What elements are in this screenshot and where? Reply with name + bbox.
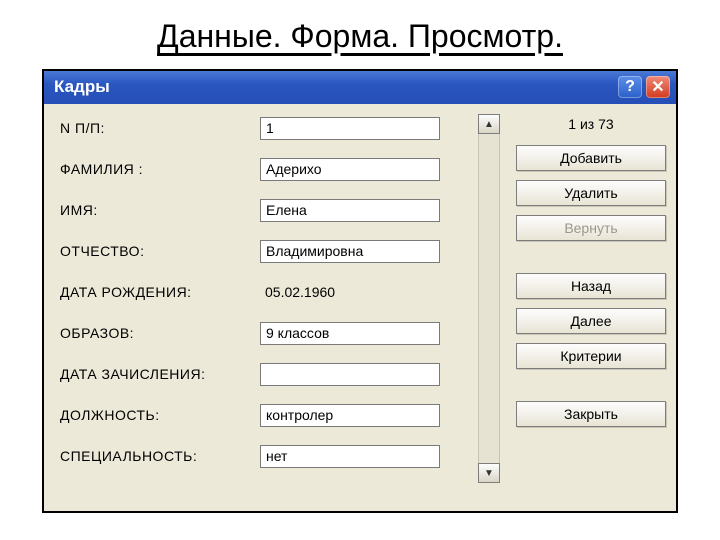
label-spec: СПЕЦИАЛЬНОСТЬ: bbox=[60, 448, 260, 464]
next-button[interactable]: Далее bbox=[516, 308, 666, 334]
label-dob: ДАТА РОЖДЕНИЯ: bbox=[60, 284, 260, 300]
scroll-up-icon[interactable]: ▲ bbox=[478, 114, 500, 134]
close-button[interactable]: Закрыть bbox=[516, 401, 666, 427]
label-otchestvo: ОТЧЕСТВО: bbox=[60, 243, 260, 259]
add-button[interactable]: Добавить bbox=[516, 145, 666, 171]
label-datezach: ДАТА ЗАЧИСЛЕНИЯ: bbox=[60, 366, 260, 382]
input-obrazov[interactable]: 9 классов bbox=[260, 322, 440, 345]
value-dob: 05.02.1960 bbox=[260, 283, 340, 301]
input-dolzh[interactable]: контролер bbox=[260, 404, 440, 427]
window-body: N П/П: 1 ФАМИЛИЯ : Адерихо ИМЯ: Елена ОТ… bbox=[44, 104, 676, 511]
close-icon[interactable]: ✕ bbox=[646, 76, 670, 98]
delete-button[interactable]: Удалить bbox=[516, 180, 666, 206]
scrollbar[interactable]: ▲ ▼ bbox=[478, 114, 500, 483]
window-title: Кадры bbox=[54, 77, 614, 97]
label-npp: N П/П: bbox=[60, 120, 260, 136]
input-familiya[interactable]: Адерихо bbox=[260, 158, 440, 181]
input-otchestvo[interactable]: Владимировна bbox=[260, 240, 440, 263]
scroll-track[interactable] bbox=[478, 134, 500, 463]
label-imya: ИМЯ: bbox=[60, 202, 260, 218]
input-npp[interactable]: 1 bbox=[260, 117, 440, 140]
label-dolzh: ДОЛЖНОСТЬ: bbox=[60, 407, 260, 423]
criteria-button[interactable]: Критерии bbox=[516, 343, 666, 369]
restore-button: Вернуть bbox=[516, 215, 666, 241]
button-column: 1 из 73 Добавить Удалить Вернуть Назад Д… bbox=[516, 114, 666, 483]
back-button[interactable]: Назад bbox=[516, 273, 666, 299]
titlebar: Кадры ? ✕ bbox=[44, 71, 676, 104]
input-spec[interactable]: нет bbox=[260, 445, 440, 468]
scroll-down-icon[interactable]: ▼ bbox=[478, 463, 500, 483]
page-title: Данные. Форма. Просмотр. bbox=[0, 0, 720, 69]
form-window: Кадры ? ✕ N П/П: 1 ФАМИЛИЯ : Адерихо ИМЯ… bbox=[42, 69, 678, 513]
form-column: N П/П: 1 ФАМИЛИЯ : Адерихо ИМЯ: Елена ОТ… bbox=[60, 114, 472, 483]
label-obrazov: ОБРАЗОВ: bbox=[60, 325, 260, 341]
record-counter: 1 из 73 bbox=[516, 114, 666, 136]
label-familiya: ФАМИЛИЯ : bbox=[60, 161, 260, 177]
input-datezach[interactable] bbox=[260, 363, 440, 386]
help-button[interactable]: ? bbox=[618, 76, 642, 98]
input-imya[interactable]: Елена bbox=[260, 199, 440, 222]
